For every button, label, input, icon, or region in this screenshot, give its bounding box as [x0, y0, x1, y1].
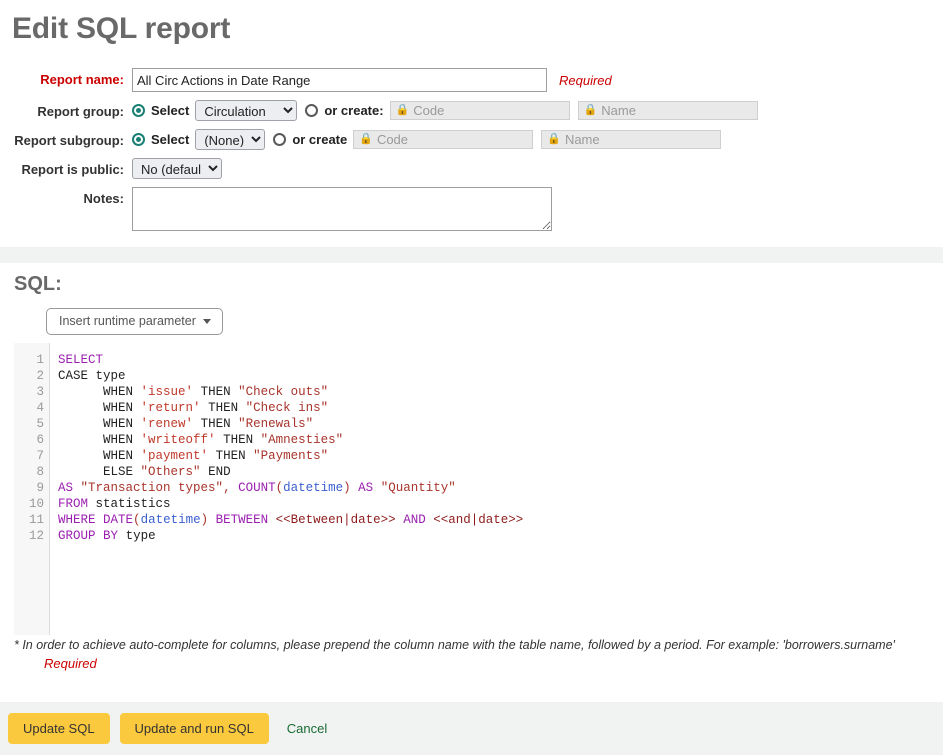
report-name-field-group: Required [132, 68, 612, 92]
section-separator [0, 247, 943, 263]
report-subgroup-select-label: Select [151, 132, 189, 147]
code-line: FROM statistics [58, 496, 943, 512]
report-subgroup-create-radio[interactable] [273, 133, 286, 146]
form-row-report-name: Report name: Required [0, 68, 943, 92]
action-bar: Update SQL Update and run SQL Cancel [0, 702, 943, 755]
report-subgroup-label: Report subgroup: [0, 129, 132, 148]
form-row-report-public: Report is public: No (default) [0, 158, 943, 179]
report-group-code-input[interactable]: 🔒 Code [390, 101, 570, 120]
code-line: SELECT [58, 352, 943, 368]
report-public-select[interactable]: No (default) [132, 158, 222, 179]
line-number: 4 [14, 400, 44, 416]
lock-icon: 🔒 [547, 134, 561, 145]
update-sql-button[interactable]: Update SQL [8, 713, 110, 744]
code-line: AS "Transaction types", COUNT(datetime) … [58, 480, 943, 496]
code-line: WHEN 'return' THEN "Check ins" [58, 400, 943, 416]
form-row-report-subgroup: Report subgroup: Select (None) or create… [0, 129, 943, 150]
report-subgroup-select-radio[interactable] [132, 133, 145, 146]
line-number: 3 [14, 384, 44, 400]
report-subgroup-code-input[interactable]: 🔒 Code [353, 130, 533, 149]
sql-section-title: SQL: [0, 273, 943, 298]
editor-line-number-gutter: 1 2 3 4 5 6 7 8 9 10 11 12 [14, 343, 50, 635]
report-subgroup-select[interactable]: (None) [195, 129, 265, 150]
insert-runtime-parameter-label: Insert runtime parameter [59, 315, 196, 328]
sql-code-text[interactable]: SELECTCASE type WHEN 'issue' THEN "Check… [50, 343, 943, 635]
report-group-field-group: Select Circulation or create: 🔒 Code 🔒 N… [132, 100, 758, 121]
insert-param-toolbar: Insert runtime parameter [0, 298, 943, 343]
report-group-select[interactable]: Circulation [195, 100, 297, 121]
report-subgroup-field-group: Select (None) or create 🔒 Code 🔒 Name [132, 129, 721, 150]
code-line: WHERE DATE(datetime) BETWEEN <<Between|d… [58, 512, 943, 528]
update-and-run-sql-button[interactable]: Update and run SQL [120, 713, 269, 744]
report-subgroup-name-input[interactable]: 🔒 Name [541, 130, 721, 149]
line-number: 8 [14, 464, 44, 480]
report-name-input[interactable] [132, 68, 547, 92]
lock-icon: 🔒 [359, 134, 373, 145]
sql-required-hint: Required [0, 652, 943, 671]
notes-field-group [132, 187, 552, 231]
line-number: 6 [14, 432, 44, 448]
cancel-link[interactable]: Cancel [287, 721, 327, 736]
notes-label: Notes: [0, 187, 132, 206]
report-group-create-label: or create: [324, 103, 383, 118]
sql-code-editor[interactable]: 1 2 3 4 5 6 7 8 9 10 11 12 SELECTCASE ty… [14, 343, 943, 635]
report-subgroup-create-label: or create [292, 132, 347, 147]
sql-section: SQL: Insert runtime parameter 1 2 3 4 5 … [0, 263, 943, 671]
code-line: GROUP BY type [58, 528, 943, 544]
page-title: Edit SQL report [0, 0, 943, 46]
line-number: 5 [14, 416, 44, 432]
line-number: 12 [14, 528, 44, 544]
line-number: 2 [14, 368, 44, 384]
report-group-name-input[interactable]: 🔒 Name [578, 101, 758, 120]
form-row-notes: Notes: [0, 187, 943, 231]
report-group-select-radio[interactable] [132, 104, 145, 117]
line-number: 1 [14, 352, 44, 368]
report-name-label: Report name: [0, 68, 132, 87]
report-group-create-radio[interactable] [305, 104, 318, 117]
report-group-code-placeholder: Code [413, 103, 444, 118]
line-number: 10 [14, 496, 44, 512]
form-row-report-group: Report group: Select Circulation or crea… [0, 100, 943, 121]
report-subgroup-name-placeholder: Name [565, 132, 600, 147]
report-group-select-label: Select [151, 103, 189, 118]
chevron-down-icon [203, 319, 211, 324]
lock-icon: 🔒 [396, 105, 410, 116]
autocomplete-footnote: * In order to achieve auto-complete for … [0, 635, 943, 652]
code-line: WHEN 'writeoff' THEN "Amnesties" [58, 432, 943, 448]
line-number: 9 [14, 480, 44, 496]
report-metadata-form: Report name: Required Report group: Sele… [0, 46, 943, 231]
report-group-name-placeholder: Name [601, 103, 636, 118]
report-group-label: Report group: [0, 100, 132, 119]
report-subgroup-code-placeholder: Code [377, 132, 408, 147]
line-number: 11 [14, 512, 44, 528]
code-line: ELSE "Others" END [58, 464, 943, 480]
code-line: WHEN 'renew' THEN "Renewals" [58, 416, 943, 432]
lock-icon: 🔒 [584, 105, 598, 116]
notes-textarea[interactable] [132, 187, 552, 231]
report-name-required-hint: Required [559, 73, 612, 88]
code-line: WHEN 'issue' THEN "Check outs" [58, 384, 943, 400]
code-line: WHEN 'payment' THEN "Payments" [58, 448, 943, 464]
line-number: 7 [14, 448, 44, 464]
insert-runtime-parameter-button[interactable]: Insert runtime parameter [46, 308, 223, 335]
report-public-field-group: No (default) [132, 158, 222, 179]
report-public-label: Report is public: [0, 158, 132, 177]
code-line: CASE type [58, 368, 943, 384]
